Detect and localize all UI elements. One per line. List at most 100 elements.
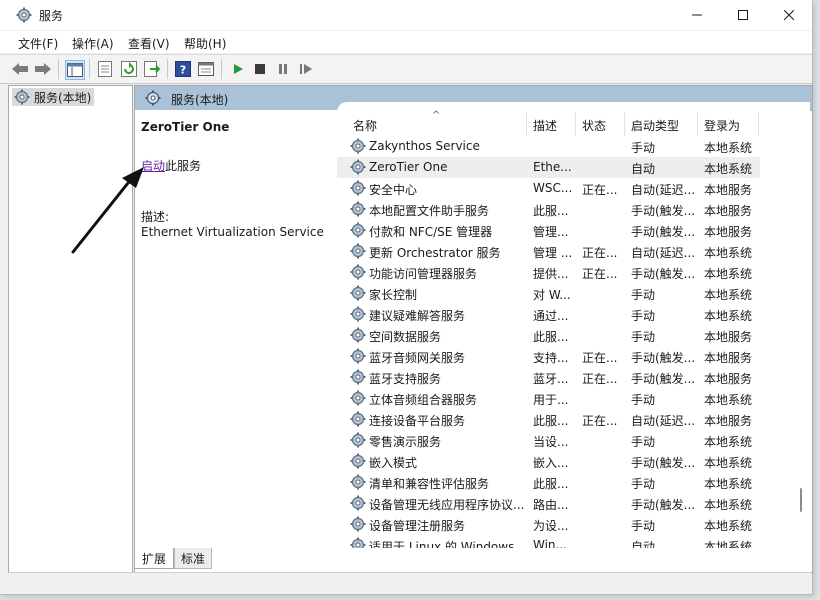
cell-description: Ethe... xyxy=(533,160,572,174)
pause-service-button[interactable] xyxy=(274,60,292,78)
export-list-button[interactable] xyxy=(143,60,161,78)
properties-button[interactable] xyxy=(96,60,114,78)
close-button[interactable] xyxy=(766,0,812,30)
cell-description: WSC... xyxy=(533,181,573,195)
cell-name: Zakynthos Service xyxy=(369,139,480,153)
cell-logon-as: 本地系统 xyxy=(704,267,753,281)
table-row[interactable]: 立体音频组合器服务 用于... 手动 本地系统 xyxy=(337,388,760,409)
table-row[interactable]: 清单和兼容性评估服务 此服... 手动 本地系统 xyxy=(337,472,760,493)
tree-item-services-local[interactable]: 服务(本地) xyxy=(12,88,95,106)
table-row[interactable]: 适用于 Linux 的 Windows ... Win... 自动 本地系统 xyxy=(337,535,760,548)
cell-name: 设备管理无线应用程序协议... xyxy=(369,498,525,512)
pane-title: 服务(本地) xyxy=(171,93,229,107)
mmc-view-icon xyxy=(198,62,214,76)
table-row[interactable]: 空间数据服务 此服... 手动 本地服务 xyxy=(337,325,760,346)
table-row[interactable]: 蓝牙音频网关服务 支持... 正在... 手动(触发... 本地服务 xyxy=(337,346,760,367)
scrollbar-thumb[interactable] xyxy=(800,488,802,512)
forward-button[interactable] xyxy=(34,60,52,78)
window-title: 服务 xyxy=(39,9,64,23)
cell-startup-type: 手动(触发... xyxy=(631,498,696,512)
vertical-scrollbar[interactable] xyxy=(794,116,808,546)
cell-logon-as: 本地系统 xyxy=(704,246,753,260)
services-list: ^ 名称 描述 状态 启动类型 登录为 Zakynthos Service 手动本… xyxy=(337,102,810,548)
toolbar-separator xyxy=(167,59,168,79)
cell-logon-as: 本地服务 xyxy=(704,330,753,344)
table-row[interactable]: 更新 Orchestrator 服务 管理 ... 正在... 自动(延迟... 本地系… xyxy=(337,241,760,262)
menu-action[interactable]: 操作(A) xyxy=(72,35,114,52)
services-gear-icon xyxy=(145,90,161,106)
start-service-line: 启动此服务 xyxy=(141,157,201,174)
cell-description: 蓝牙... xyxy=(533,372,569,386)
back-icon xyxy=(12,63,28,75)
table-row[interactable]: 零售演示服务 当设... 手动 本地系统 xyxy=(337,430,760,451)
table-row[interactable]: 设备管理注册服务 为设... 手动 本地系统 xyxy=(337,514,760,535)
cell-status: 正在... xyxy=(582,351,618,365)
svg-text:?: ? xyxy=(180,64,186,77)
table-row[interactable]: 功能访问管理器服务 提供... 正在... 手动(触发... 本地系统 xyxy=(337,262,760,283)
restart-service-button[interactable] xyxy=(297,60,315,78)
table-row[interactable]: 蓝牙支持服务 蓝牙... 正在... 手动(触发... 本地服务 xyxy=(337,367,760,388)
table-row[interactable]: 连接设备平台服务 此服... 正在... 自动(延迟... 本地服务 xyxy=(337,409,760,430)
console-tree-button[interactable] xyxy=(65,60,85,80)
table-row[interactable]: ZeroTier One Ethe... 自动 本地系统 xyxy=(337,157,760,178)
mmc-view-button[interactable] xyxy=(197,60,215,78)
table-row[interactable]: Zakynthos Service 手动 本地系统 xyxy=(337,136,760,157)
services-window: 客 服务 文件(F) 操作(A) 查看(V) 帮助(H) xyxy=(0,0,813,595)
annotation-arrow xyxy=(71,167,144,254)
refresh-button[interactable] xyxy=(120,60,138,78)
tab-standard[interactable]: 标准 xyxy=(174,548,212,569)
tab-extended[interactable]: 扩展 xyxy=(134,548,174,569)
toolbar-separator xyxy=(58,59,59,79)
service-gear-icon xyxy=(350,390,366,406)
services-gear-icon xyxy=(14,89,30,105)
stop-service-button[interactable] xyxy=(251,60,269,78)
export-list-icon xyxy=(144,61,160,77)
menu-file[interactable]: 文件(F) xyxy=(18,35,58,52)
help-button[interactable]: ? xyxy=(174,60,192,78)
start-service-icon xyxy=(234,64,243,74)
properties-icon xyxy=(98,61,112,77)
cell-description: 通过... xyxy=(533,309,569,323)
column-header-logon-as[interactable]: 登录为 xyxy=(704,117,740,134)
column-header-description[interactable]: 描述 xyxy=(533,117,557,134)
table-row[interactable]: 设备管理无线应用程序协议... 路由... 手动(触发... 本地系统 xyxy=(337,493,760,514)
cell-description: 为设... xyxy=(533,519,569,533)
column-header-startup-type[interactable]: 启动类型 xyxy=(631,117,679,134)
column-divider[interactable] xyxy=(575,112,576,136)
column-header-status[interactable]: 状态 xyxy=(582,117,606,134)
cell-name: 零售演示服务 xyxy=(369,435,442,449)
menu-help[interactable]: 帮助(H) xyxy=(184,35,226,52)
cell-logon-as: 本地系统 xyxy=(704,141,753,155)
minimize-button[interactable] xyxy=(674,0,720,30)
menu-view[interactable]: 查看(V) xyxy=(128,35,170,52)
column-divider[interactable] xyxy=(526,112,527,136)
table-row[interactable]: 安全中心 WSC... 正在... 自动(延迟... 本地服务 xyxy=(337,178,760,199)
back-button[interactable] xyxy=(11,60,29,78)
column-divider[interactable] xyxy=(697,112,698,136)
cell-description: Win... xyxy=(533,538,567,548)
table-row[interactable]: 本地配置文件助手服务 此服... 手动(触发... 本地服务 xyxy=(337,199,760,220)
column-divider[interactable] xyxy=(758,112,759,136)
column-divider[interactable] xyxy=(624,112,625,136)
table-row[interactable]: 付款和 NFC/SE 管理器 管理... 手动(触发... 本地服务 xyxy=(337,220,760,241)
cell-startup-type: 自动 xyxy=(631,540,656,548)
cell-name: 清单和兼容性评估服务 xyxy=(369,477,490,491)
menu-bar: 文件(F) 操作(A) 查看(V) 帮助(H) xyxy=(0,31,812,53)
table-row[interactable]: 嵌入模式 嵌入... 手动(触发... 本地系统 xyxy=(337,451,760,472)
cell-name: 本地配置文件助手服务 xyxy=(369,204,490,218)
service-gear-icon xyxy=(350,138,366,154)
cell-logon-as: 本地系统 xyxy=(704,498,753,512)
cell-logon-as: 本地系统 xyxy=(704,477,753,491)
table-row[interactable]: 建议疑难解答服务 通过... 手动 本地系统 xyxy=(337,304,760,325)
maximize-button[interactable] xyxy=(720,0,766,30)
start-service-button[interactable] xyxy=(229,60,247,78)
cell-name: 立体音频组合器服务 xyxy=(369,393,478,407)
selected-service-name: ZeroTier One xyxy=(141,120,230,134)
cell-startup-type: 自动(延迟... xyxy=(631,414,696,428)
cell-name: 功能访问管理器服务 xyxy=(369,267,478,281)
table-row[interactable]: 家长控制 对 W... 手动 本地系统 xyxy=(337,283,760,304)
cell-startup-type: 手动 xyxy=(631,141,656,155)
cell-startup-type: 手动(触发... xyxy=(631,225,696,239)
column-header-name[interactable]: 名称 xyxy=(353,117,377,134)
cell-description: 提供... xyxy=(533,267,569,281)
